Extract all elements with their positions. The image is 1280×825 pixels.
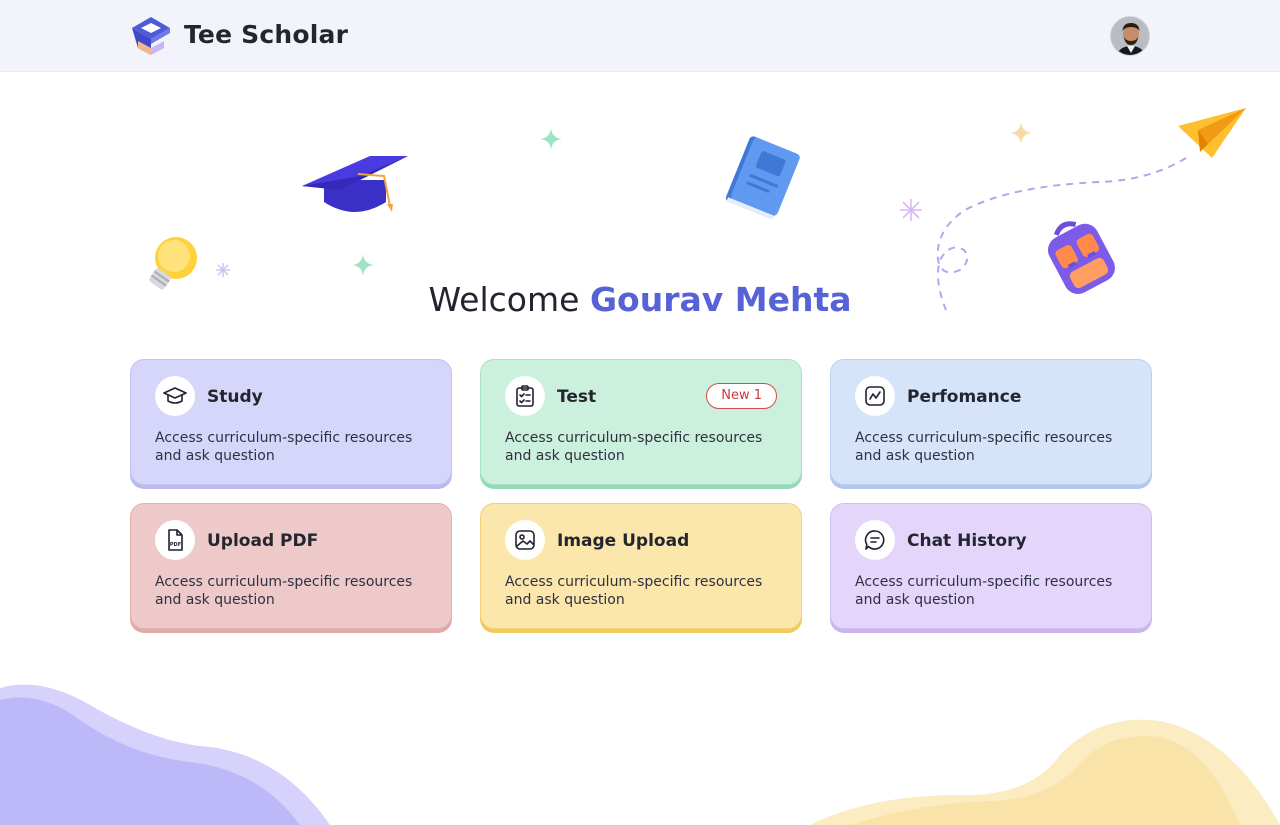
- upload-pdf-card-title: Upload PDF: [207, 531, 319, 551]
- performance-card-title: Perfomance: [907, 387, 1022, 407]
- chat-history-card[interactable]: Chat History Access curriculum-specific …: [830, 503, 1152, 629]
- user-avatar[interactable]: [1110, 16, 1150, 56]
- chat-bubble-icon: [855, 520, 895, 560]
- top-header: Tee Scholar: [0, 0, 1280, 72]
- chat-history-card-description: Access curriculum-specific resources and…: [855, 574, 1113, 608]
- bottom-right-wave-decoration: [810, 719, 1280, 825]
- book-illustration-icon: [725, 136, 800, 220]
- bottom-left-wave-decoration: [0, 684, 330, 825]
- sparkle-star-icon: [1010, 122, 1032, 144]
- upload-pdf-card[interactable]: PDF Upload PDF Access curriculum-specifi…: [130, 503, 452, 629]
- upload-pdf-card-description: Access curriculum-specific resources and…: [155, 574, 413, 608]
- new-count-badge: New 1: [706, 383, 777, 409]
- pdf-file-icon: PDF: [155, 520, 195, 560]
- sparkle-star-icon: [540, 128, 562, 150]
- app-title[interactable]: Tee Scholar: [184, 20, 348, 49]
- image-upload-card[interactable]: Image Upload Access curriculum-specific …: [480, 503, 802, 629]
- performance-card-description: Access curriculum-specific resources and…: [855, 430, 1113, 464]
- test-card-title: Test: [557, 387, 597, 407]
- clipboard-check-icon: [505, 376, 545, 416]
- welcome-heading: Welcome Gourav Mehta: [0, 280, 1280, 319]
- image-icon: [505, 520, 545, 560]
- welcome-greeting: Welcome: [428, 280, 580, 319]
- app-logo-icon[interactable]: [130, 15, 172, 57]
- test-card[interactable]: Test New 1 Access curriculum-specific re…: [480, 359, 802, 485]
- svg-text:PDF: PDF: [170, 542, 181, 548]
- study-card[interactable]: Study Access curriculum-specific resourc…: [130, 359, 452, 485]
- asterisk-sparkle-icon: [900, 199, 922, 221]
- welcome-user-name: Gourav Mehta: [589, 280, 852, 319]
- study-card-title: Study: [207, 387, 263, 407]
- chart-line-icon: [855, 376, 895, 416]
- study-card-description: Access curriculum-specific resources and…: [155, 430, 413, 464]
- image-upload-card-description: Access curriculum-specific resources and…: [505, 574, 763, 608]
- performance-card[interactable]: Perfomance Access curriculum-specific re…: [830, 359, 1152, 485]
- chat-history-card-title: Chat History: [907, 531, 1027, 551]
- sparkle-star-icon: [352, 254, 374, 276]
- graduation-cap-icon: [155, 376, 195, 416]
- test-card-description: Access curriculum-specific resources and…: [505, 430, 763, 464]
- asterisk-sparkle-icon: [216, 263, 230, 277]
- graduation-cap-illustration-icon: [302, 156, 408, 212]
- image-upload-card-title: Image Upload: [557, 531, 690, 551]
